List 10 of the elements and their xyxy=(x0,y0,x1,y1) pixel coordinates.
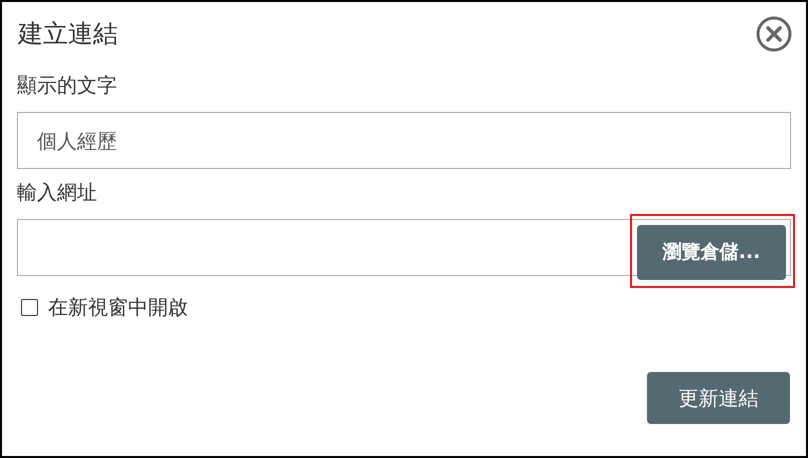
update-link-button[interactable]: 更新連結 xyxy=(647,372,790,424)
input-field[interactable]: 個人經歷 xyxy=(17,112,791,169)
checkbox[interactable] xyxy=(21,298,38,316)
browse-button[interactable]: 瀏覽倉儲... xyxy=(637,225,786,280)
checkbox-label[interactable]: 在新視窗中開啟 xyxy=(48,292,188,322)
dialog-title: 建立連結 xyxy=(18,18,118,50)
field-label: 顯示的文字 xyxy=(17,72,118,99)
input-field[interactable] xyxy=(17,219,791,276)
close-icon[interactable] xyxy=(756,16,792,52)
field-label: 輸入網址 xyxy=(17,179,98,206)
